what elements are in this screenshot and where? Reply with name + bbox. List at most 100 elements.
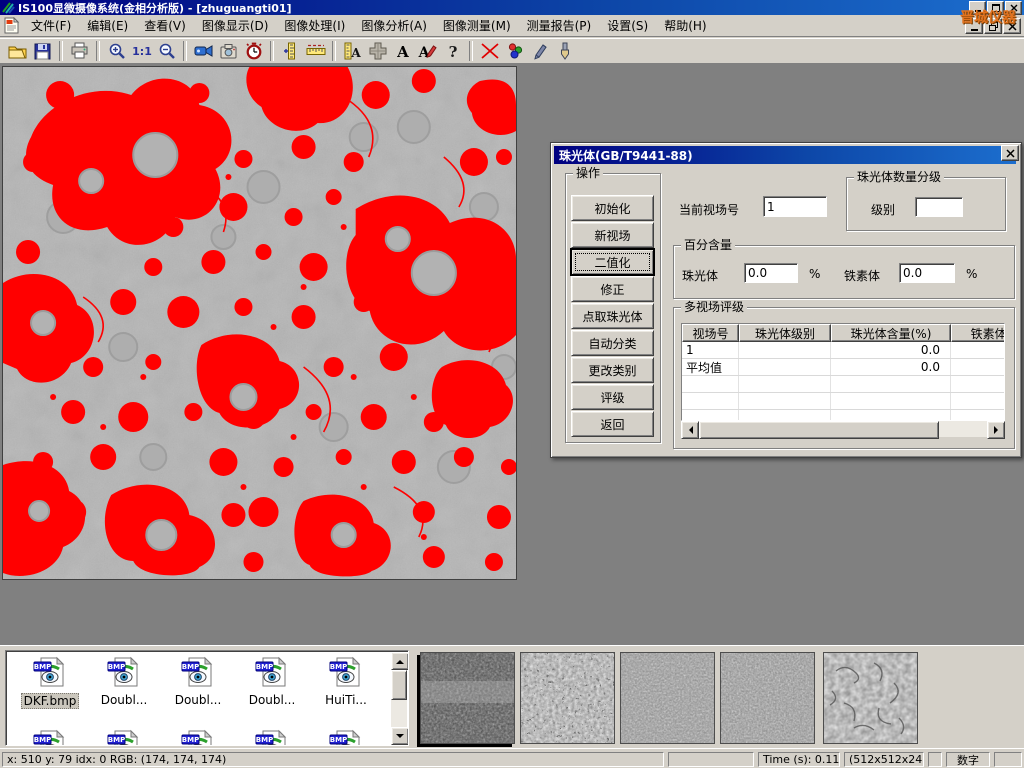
curve-tool-button[interactable] bbox=[477, 39, 502, 63]
measure-text-button[interactable]: A bbox=[340, 39, 365, 63]
scroll-right-button[interactable] bbox=[987, 421, 1005, 439]
toolbar: 1:1 A A A ? bbox=[0, 38, 1024, 64]
file-item[interactable] bbox=[310, 729, 382, 746]
timer-button[interactable] bbox=[241, 39, 266, 63]
bmp-file-icon bbox=[181, 656, 215, 688]
auto-classify-button[interactable]: 自动分类 bbox=[571, 330, 654, 356]
grade-button[interactable]: 评级 bbox=[571, 384, 654, 410]
micrograph-image[interactable] bbox=[2, 66, 517, 580]
file-item[interactable]: DKF.bmp bbox=[14, 656, 86, 709]
menu-image-processing[interactable]: 图像处理(I) bbox=[276, 14, 353, 37]
dialog-close-button[interactable] bbox=[1001, 145, 1019, 161]
rating-table[interactable]: 视场号 珠光体级别 珠光体含量(%) 铁素体含量(%) 1 0.0 平均值 0.… bbox=[681, 323, 1005, 421]
menu-view[interactable]: 查看(V) bbox=[136, 14, 194, 37]
col-ferrite-content[interactable]: 铁素体含量(%) bbox=[951, 324, 1005, 342]
caliper-button[interactable] bbox=[278, 39, 303, 63]
snapshot-button[interactable] bbox=[216, 39, 241, 63]
col-pearlite-grade[interactable]: 珠光体级别 bbox=[739, 324, 831, 342]
video-camera-button[interactable] bbox=[191, 39, 216, 63]
zoom-out-button[interactable] bbox=[154, 39, 179, 63]
col-pearlite-content[interactable]: 珠光体含量(%) bbox=[831, 324, 951, 342]
file-name[interactable]: HuiTi... bbox=[323, 693, 369, 707]
change-class-button[interactable]: 更改类别 bbox=[571, 357, 654, 383]
scrollbar-thumb[interactable] bbox=[391, 670, 407, 700]
file-item[interactable]: HuiTi... bbox=[310, 656, 382, 707]
new-field-button[interactable]: 新视场 bbox=[571, 222, 654, 248]
menu-image-analysis[interactable]: 图像分析(A) bbox=[353, 14, 435, 37]
correct-button[interactable]: 修正 bbox=[571, 276, 654, 302]
file-item[interactable]: Doubl... bbox=[236, 656, 308, 707]
mode-panel: 数字 bbox=[946, 752, 990, 767]
col-field-no[interactable]: 视场号 bbox=[682, 324, 739, 342]
dialog-title-bar[interactable]: 珠光体(GB/T9441-88) bbox=[554, 146, 1016, 164]
close-button[interactable] bbox=[1005, 1, 1022, 15]
current-field-input[interactable] bbox=[763, 196, 827, 217]
file-item[interactable] bbox=[236, 729, 308, 746]
save-button[interactable] bbox=[30, 39, 55, 63]
scroll-up-button[interactable] bbox=[391, 652, 409, 670]
phase-color-tool-button[interactable] bbox=[502, 39, 527, 63]
open-button[interactable] bbox=[5, 39, 30, 63]
table-row[interactable]: 1 0.0 bbox=[682, 342, 1005, 359]
menu-settings[interactable]: 设置(S) bbox=[599, 14, 656, 37]
child-close-button[interactable] bbox=[1003, 18, 1021, 34]
binarize-button[interactable]: 二值化 bbox=[571, 249, 654, 275]
menu-help[interactable]: 帮助(H) bbox=[656, 14, 714, 37]
brush-tool-button[interactable] bbox=[552, 39, 577, 63]
table-row[interactable] bbox=[682, 410, 1005, 421]
maximize-button[interactable] bbox=[987, 1, 1004, 15]
grade-input[interactable] bbox=[915, 197, 963, 217]
pick-pearlite-button[interactable]: 点取珠光体 bbox=[571, 303, 654, 329]
grid-tool-button[interactable] bbox=[365, 39, 390, 63]
child-minimize-button[interactable] bbox=[965, 18, 983, 34]
pearlite-percent-input[interactable] bbox=[744, 263, 798, 283]
pen-tool-button[interactable] bbox=[527, 39, 552, 63]
ruler-button[interactable] bbox=[303, 39, 328, 63]
table-row[interactable] bbox=[682, 393, 1005, 410]
help-button[interactable]: ? bbox=[440, 39, 465, 63]
ferrite-percent-input[interactable] bbox=[899, 263, 955, 283]
child-restore-button[interactable] bbox=[984, 18, 1002, 34]
file-item[interactable] bbox=[88, 729, 160, 746]
menu-file[interactable]: 文件(F) bbox=[23, 14, 79, 37]
bmp-file-icon bbox=[255, 656, 289, 688]
actual-size-button[interactable]: 1:1 bbox=[129, 39, 154, 63]
file-name[interactable]: Doubl... bbox=[247, 693, 298, 707]
cursor-info-panel: x: 510 y: 79 idx: 0 RGB: (174, 174, 174) bbox=[2, 752, 664, 767]
ferrite-label: 铁素体 bbox=[844, 267, 880, 284]
file-item[interactable] bbox=[162, 729, 234, 746]
text-tool-button[interactable]: A bbox=[390, 39, 415, 63]
menu-edit[interactable]: 编辑(E) bbox=[79, 14, 136, 37]
file-item[interactable]: Doubl... bbox=[88, 656, 160, 707]
file-name[interactable]: DKF.bmp bbox=[21, 693, 80, 709]
svg-text:A: A bbox=[396, 43, 409, 60]
file-list-scrollbar[interactable] bbox=[391, 652, 407, 745]
file-list[interactable]: DKF.bmp Doubl... Doubl... Doubl... HuiTi… bbox=[5, 650, 409, 746]
thumbnail-2[interactable] bbox=[520, 652, 615, 744]
thumbnail-5[interactable] bbox=[823, 652, 918, 744]
file-name[interactable]: Doubl... bbox=[173, 693, 224, 707]
init-button[interactable]: 初始化 bbox=[571, 195, 654, 221]
minimize-button[interactable] bbox=[969, 1, 986, 15]
menu-image-measure[interactable]: 图像测量(M) bbox=[435, 14, 519, 37]
menu-image-display[interactable]: 图像显示(D) bbox=[194, 14, 277, 37]
scrollbar-thumb[interactable] bbox=[699, 421, 939, 439]
file-item[interactable]: Doubl... bbox=[162, 656, 234, 707]
scroll-left-button[interactable] bbox=[681, 421, 699, 439]
zoom-in-button[interactable] bbox=[104, 39, 129, 63]
thumbnail-1[interactable] bbox=[420, 652, 515, 744]
annotate-tool-button[interactable]: A bbox=[415, 39, 440, 63]
scroll-down-button[interactable] bbox=[391, 727, 409, 745]
close-icon bbox=[1006, 149, 1015, 158]
file-item[interactable] bbox=[14, 729, 86, 746]
print-button[interactable] bbox=[67, 39, 92, 63]
table-horizontal-scrollbar[interactable] bbox=[681, 421, 1005, 437]
thumbnail-3[interactable] bbox=[620, 652, 715, 744]
table-row[interactable]: 平均值 0.0 bbox=[682, 359, 1005, 376]
file-name[interactable]: Doubl... bbox=[99, 693, 150, 707]
return-button[interactable]: 返回 bbox=[571, 411, 654, 437]
thumbnail-4[interactable] bbox=[720, 652, 815, 744]
toolbar-separator bbox=[332, 41, 336, 61]
table-row[interactable] bbox=[682, 376, 1005, 393]
menu-measure-report[interactable]: 测量报告(P) bbox=[519, 14, 600, 37]
